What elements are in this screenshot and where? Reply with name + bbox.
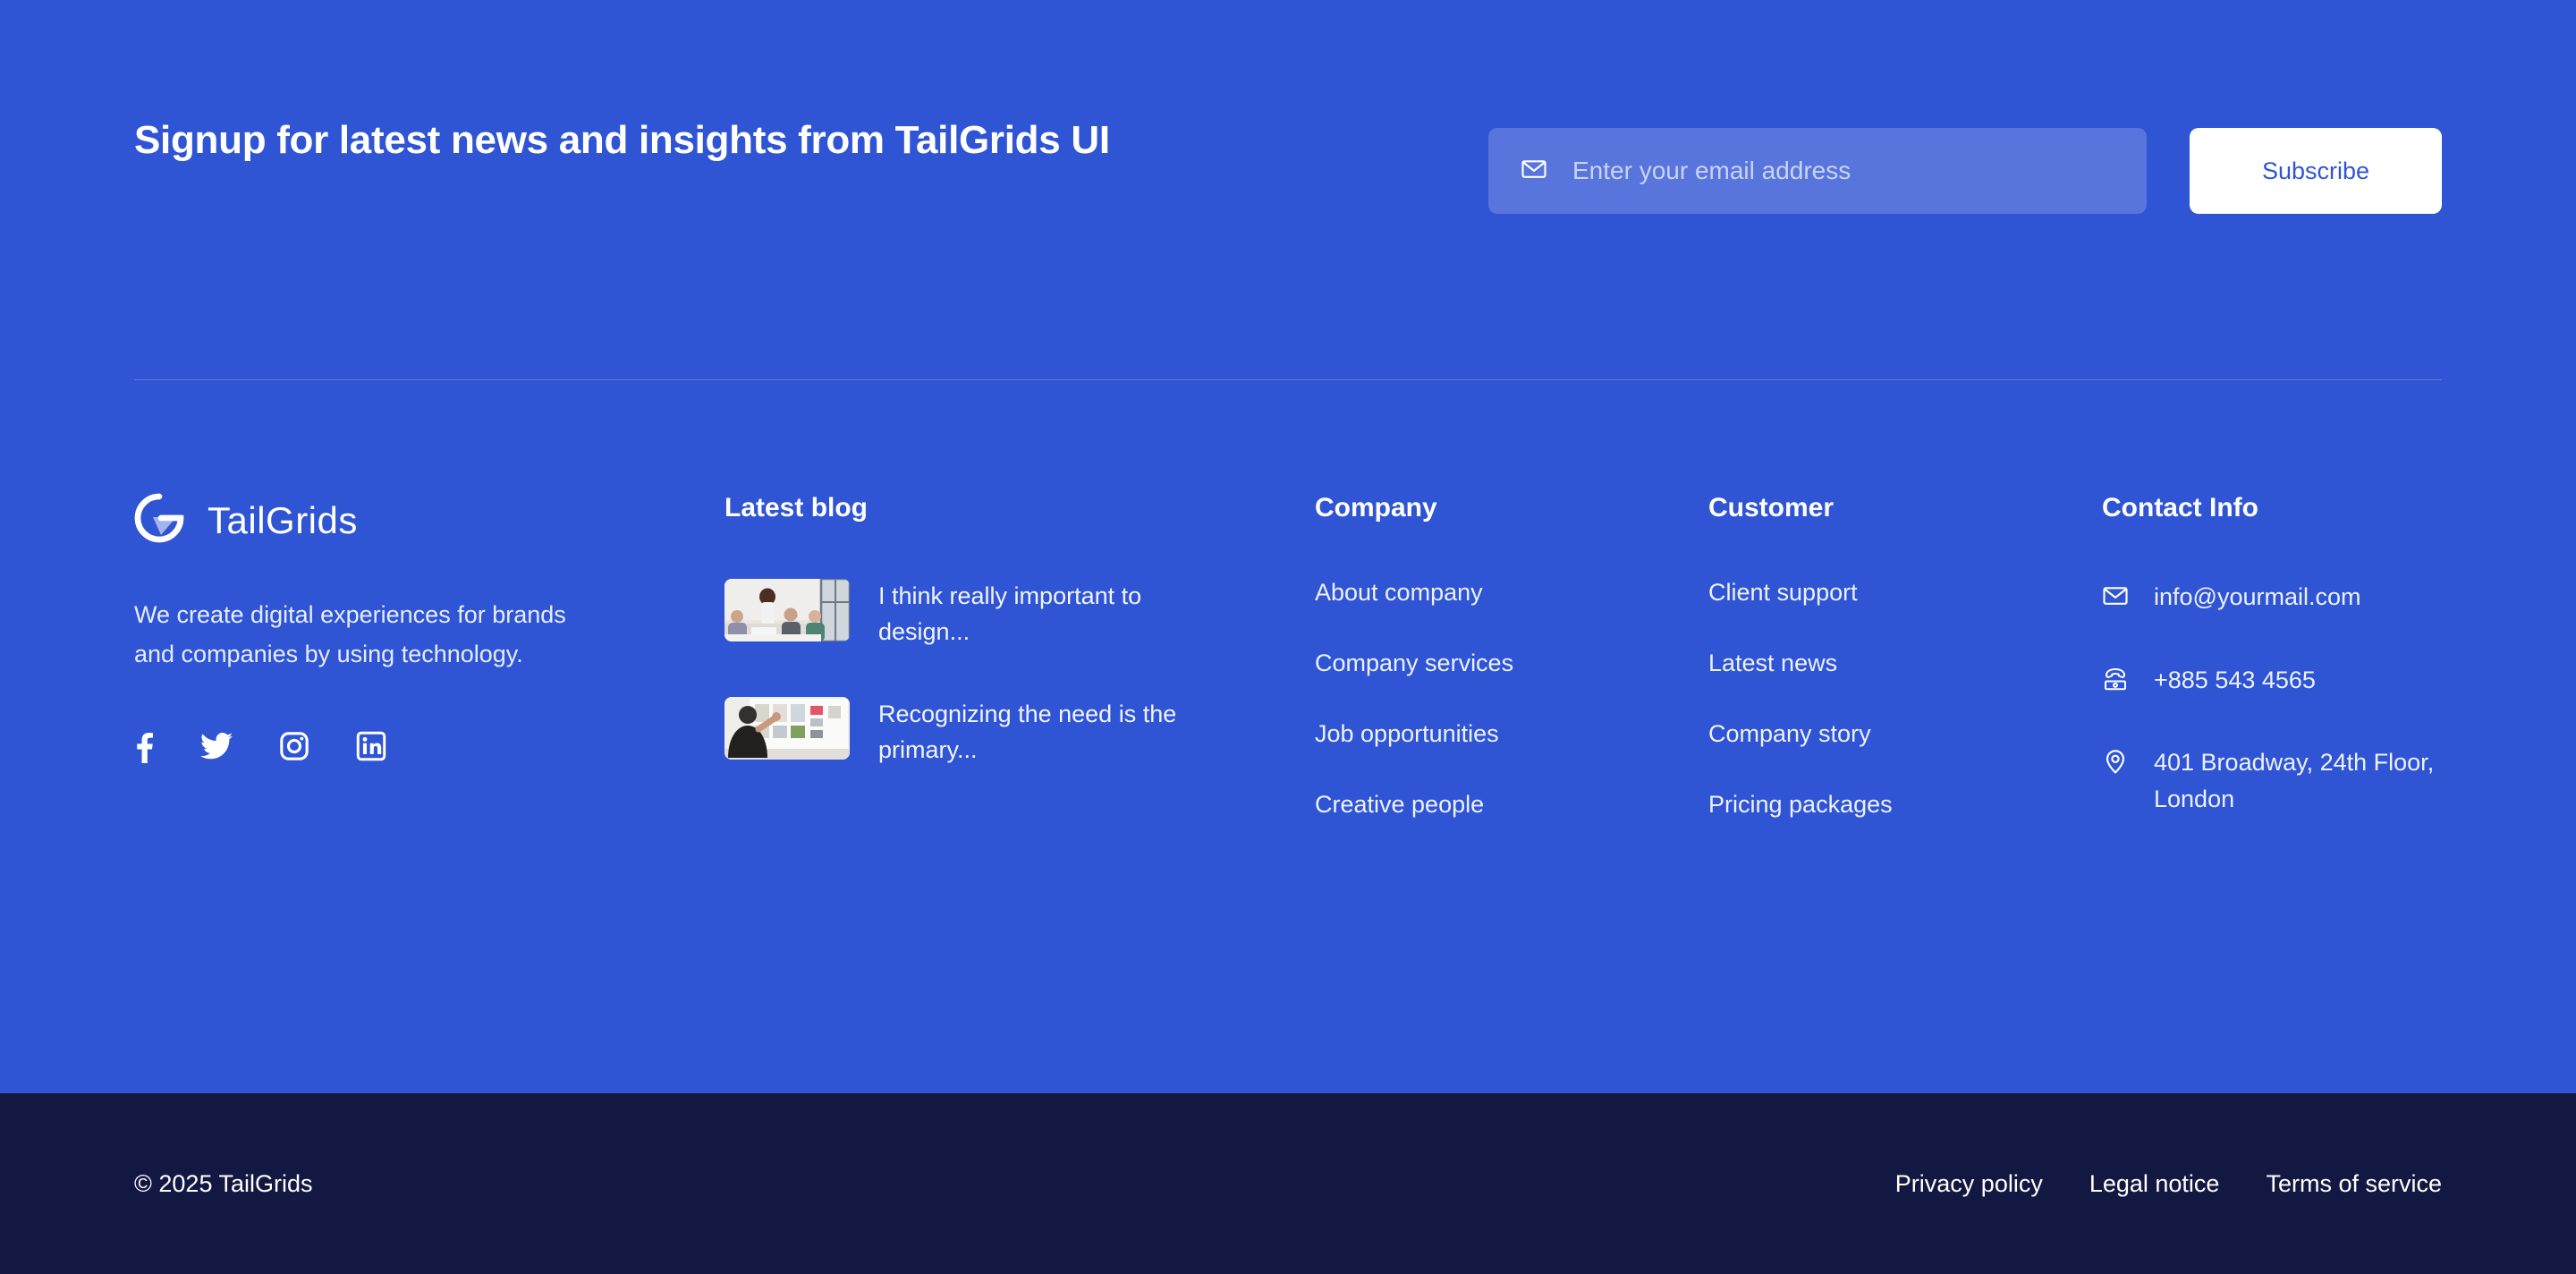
company-link-jobs[interactable]: Job opportunities [1315,720,1499,747]
twitter-icon [200,733,233,764]
logo[interactable]: TailGrids [134,493,724,548]
logo-wordmark: TailGrids [208,498,358,541]
blog-thumbnail-team-meeting [724,579,850,641]
contact-info-column: Contact Info info@yourmail.com +885 543 … [2102,493,2442,863]
facebook-icon [134,729,154,768]
customer-title: Customer [1708,493,1835,522]
contact-item-phone[interactable]: +885 543 4565 [2102,662,2442,699]
blog-thumbnail-whiteboard [724,696,850,760]
customer-column: Customer Client support Latest news Comp… [1708,493,2102,819]
subscribe-button[interactable]: Subscribe [2190,128,2442,214]
legal-links: Privacy policy Legal notice Terms of ser… [1895,1170,2442,1198]
location-pin-icon [2102,744,2129,779]
site-footer: Signup for latest news and insights from… [0,0,2576,1274]
list-item: Company services [1315,650,1708,677]
blog-item-title: Recognizing the need is the primary... [878,700,1177,763]
customer-link-latest-news[interactable]: Latest news [1708,650,1837,676]
contact-phone-value: +885 543 4565 [2154,666,2316,693]
list-item: Creative people [1315,791,1708,819]
copyright-text: © 2025 TailGrids [134,1169,313,1197]
social-link-linkedin[interactable] [356,731,386,766]
list-item: Company story [1708,720,2102,748]
contact-address-value: 401 Broadway, 24th Floor, London [2154,749,2435,812]
company-link-about[interactable]: About company [1315,579,1483,606]
list-item: Latest news [1708,650,2102,677]
telephone-icon [2102,662,2129,697]
brand-description: We create digital experiences for brands… [134,601,566,667]
instagram-icon [279,731,309,766]
envelope-icon [2102,579,2129,614]
newsletter-section: Signup for latest news and insights from… [0,0,2576,379]
legal-link-terms-of-service[interactable]: Terms of service [2266,1170,2442,1198]
social-link-facebook[interactable] [134,729,154,768]
latest-blog-column: Latest blog I think really important to … [724,493,1315,815]
customer-link-client-support[interactable]: Client support [1708,579,1858,606]
legal-link-legal-notice[interactable]: Legal notice [2089,1170,2220,1198]
social-link-twitter[interactable] [200,733,233,764]
list-item: About company [1315,579,1708,607]
company-link-creative-people[interactable]: Creative people [1315,791,1484,818]
blog-list-item[interactable]: I think really important to design... [724,579,1315,650]
blog-list-item[interactable]: Recognizing the need is the primary... [724,696,1315,769]
company-link-list: About company Company services Job oppor… [1315,579,1708,819]
social-link-instagram[interactable] [279,731,309,766]
customer-link-pricing-packages[interactable]: Pricing packages [1708,791,1893,818]
email-field-wrapper[interactable] [1488,128,2147,214]
customer-link-company-story[interactable]: Company story [1708,720,1871,747]
company-title: Company [1315,493,1437,522]
customer-link-list: Client support Latest news Company story… [1708,579,2102,819]
list-item: Job opportunities [1315,720,1708,748]
contact-info-title: Contact Info [2102,493,2258,522]
newsletter-form: Subscribe [1488,114,2442,214]
list-item: Pricing packages [1708,791,2102,819]
contact-item-email[interactable]: info@yourmail.com [2102,579,2442,616]
envelope-icon [1521,156,1547,187]
list-item: Client support [1708,579,2102,607]
newsletter-heading: Signup for latest news and insights from… [134,118,1110,162]
social-links [134,729,724,768]
company-link-services[interactable]: Company services [1315,650,1513,676]
contact-item-address[interactable]: 401 Broadway, 24th Floor, London [2102,744,2442,817]
company-column: Company About company Company services J… [1315,493,1708,819]
footer-bottom-bar: © 2025 TailGrids Privacy policy Legal no… [0,1093,2576,1274]
blog-item-title: I think really important to design... [878,582,1142,645]
latest-blog-title: Latest blog [724,493,869,522]
footer-columns: TailGrids We create digital experiences … [0,380,2576,1093]
legal-link-privacy-policy[interactable]: Privacy policy [1895,1170,2043,1198]
contact-email-value: info@yourmail.com [2154,583,2361,610]
email-input[interactable] [1572,157,2114,185]
tailgrids-g-logo-icon [134,493,184,548]
brand-column: TailGrids We create digital experiences … [134,493,724,768]
linkedin-icon [356,731,386,766]
